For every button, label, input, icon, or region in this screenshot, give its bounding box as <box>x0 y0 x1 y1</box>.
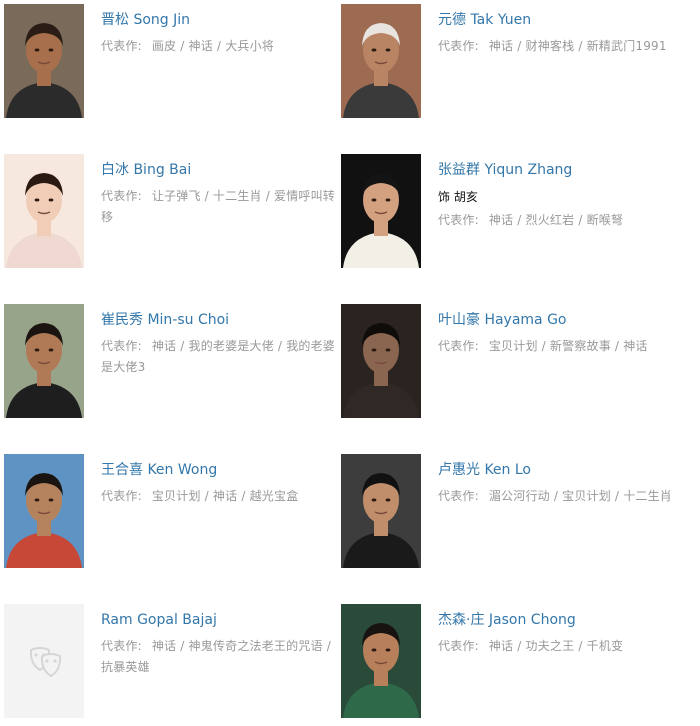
representative-works: 代表作: 神话 / 神鬼传奇之法老王的咒语 / 抗暴英雄 <box>101 636 341 678</box>
celebrity-card: 卢惠光 Ken Lo 代表作: 湄公河行动 / 宝贝计划 / 十二生肖 <box>341 454 681 570</box>
celebrity-name-link[interactable]: 卢惠光 Ken Lo <box>438 460 678 480</box>
works-label: 代表作: <box>101 39 142 53</box>
works-label: 代表作: <box>438 39 479 53</box>
celebrity-info: 卢惠光 Ken Lo 代表作: 湄公河行动 / 宝贝计划 / 十二生肖 <box>438 460 678 507</box>
representative-works: 代表作: 宝贝计划 / 神话 / 越光宝盒 <box>101 486 341 507</box>
celebrity-name-link[interactable]: Ram Gopal Bajaj <box>101 610 341 630</box>
celebrity-photo[interactable] <box>4 304 84 418</box>
celebrity-photo[interactable] <box>341 604 421 718</box>
celebrity-info: 张益群 Yiqun Zhang 饰 胡亥 代表作: 神话 / 烈火红岩 / 断喉弩 <box>438 160 678 231</box>
celebrity-info: Ram Gopal Bajaj 代表作: 神话 / 神鬼传奇之法老王的咒语 / 抗… <box>101 610 341 678</box>
celebrity-photo[interactable] <box>341 304 421 418</box>
celebrity-name-link[interactable]: 张益群 Yiqun Zhang <box>438 160 678 180</box>
works-list: 湄公河行动 / 宝贝计划 / 十二生肖 <box>488 489 672 503</box>
celebrity-name-link[interactable]: 杰森·庄 Jason Chong <box>438 610 678 630</box>
celebrity-card: 晋松 Song Jin 代表作: 画皮 / 神话 / 大兵小将 <box>4 4 344 120</box>
representative-works: 代表作: 宝贝计划 / 新警察故事 / 神话 <box>438 336 678 357</box>
celebrity-photo[interactable] <box>4 454 84 568</box>
celebrity-name-link[interactable]: 白冰 Bing Bai <box>101 160 341 180</box>
works-label: 代表作: <box>101 189 142 203</box>
celebrity-card: 王合喜 Ken Wong 代表作: 宝贝计划 / 神话 / 越光宝盒 <box>4 454 344 570</box>
celebrity-name-link[interactable]: 崔民秀 Min-su Choi <box>101 310 341 330</box>
works-list: 画皮 / 神话 / 大兵小将 <box>151 39 274 53</box>
works-list: 宝贝计划 / 新警察故事 / 神话 <box>488 339 648 353</box>
celebrity-info: 元德 Tak Yuen 代表作: 神话 / 财神客栈 / 新精武门1991 <box>438 10 678 57</box>
works-label: 代表作: <box>438 489 479 503</box>
works-list: 神话 / 财神客栈 / 新精武门1991 <box>488 39 667 53</box>
celebrity-photo[interactable] <box>341 454 421 568</box>
celebrity-card: Ram Gopal Bajaj 代表作: 神话 / 神鬼传奇之法老王的咒语 / 抗… <box>4 604 344 720</box>
celebrity-photo[interactable] <box>4 154 84 268</box>
works-label: 代表作: <box>101 489 142 503</box>
works-list: 神话 / 功夫之王 / 千机变 <box>488 639 624 653</box>
celebrity-role: 饰 胡亥 <box>438 190 478 204</box>
works-label: 代表作: <box>101 339 142 353</box>
works-label: 代表作: <box>438 339 479 353</box>
works-list: 神话 / 烈火红岩 / 断喉弩 <box>488 213 624 227</box>
celebrity-info: 叶山豪 Hayama Go 代表作: 宝贝计划 / 新警察故事 / 神话 <box>438 310 678 357</box>
representative-works: 代表作: 神话 / 财神客栈 / 新精武门1991 <box>438 36 678 57</box>
works-label: 代表作: <box>438 639 479 653</box>
celebrity-grid: 晋松 Song Jin 代表作: 画皮 / 神话 / 大兵小将 元德 Tak Yu… <box>0 0 700 726</box>
representative-works: 代表作: 湄公河行动 / 宝贝计划 / 十二生肖 <box>438 486 678 507</box>
celebrity-photo[interactable] <box>4 4 84 118</box>
celebrity-card: 崔民秀 Min-su Choi 代表作: 神话 / 我的老婆是大佬 / 我的老婆是… <box>4 304 344 420</box>
representative-works: 代表作: 让子弹飞 / 十二生肖 / 爱情呼叫转移 <box>101 186 341 228</box>
works-list: 宝贝计划 / 神话 / 越光宝盒 <box>151 489 299 503</box>
celebrity-info: 晋松 Song Jin 代表作: 画皮 / 神话 / 大兵小将 <box>101 10 341 57</box>
representative-works: 代表作: 画皮 / 神话 / 大兵小将 <box>101 36 341 57</box>
celebrity-photo[interactable] <box>341 154 421 268</box>
works-label: 代表作: <box>101 639 142 653</box>
celebrity-photo-placeholder[interactable] <box>4 604 84 718</box>
celebrity-name-link[interactable]: 王合喜 Ken Wong <box>101 460 341 480</box>
representative-works: 代表作: 神话 / 烈火红岩 / 断喉弩 <box>438 210 678 231</box>
celebrity-info: 杰森·庄 Jason Chong 代表作: 神话 / 功夫之王 / 千机变 <box>438 610 678 657</box>
celebrity-card: 杰森·庄 Jason Chong 代表作: 神话 / 功夫之王 / 千机变 <box>341 604 681 720</box>
representative-works: 代表作: 神话 / 功夫之王 / 千机变 <box>438 636 678 657</box>
celebrity-card: 张益群 Yiqun Zhang 饰 胡亥 代表作: 神话 / 烈火红岩 / 断喉弩 <box>341 154 681 270</box>
celebrity-info: 崔民秀 Min-su Choi 代表作: 神话 / 我的老婆是大佬 / 我的老婆是… <box>101 310 341 378</box>
works-label: 代表作: <box>438 213 479 227</box>
celebrity-card: 叶山豪 Hayama Go 代表作: 宝贝计划 / 新警察故事 / 神话 <box>341 304 681 420</box>
celebrity-name-link[interactable]: 叶山豪 Hayama Go <box>438 310 678 330</box>
celebrity-info: 白冰 Bing Bai 代表作: 让子弹飞 / 十二生肖 / 爱情呼叫转移 <box>101 160 341 228</box>
celebrity-photo[interactable] <box>341 4 421 118</box>
celebrity-card: 元德 Tak Yuen 代表作: 神话 / 财神客栈 / 新精武门1991 <box>341 4 681 120</box>
celebrity-name-link[interactable]: 元德 Tak Yuen <box>438 10 678 30</box>
representative-works: 代表作: 神话 / 我的老婆是大佬 / 我的老婆是大佬3 <box>101 336 341 378</box>
celebrity-name-link[interactable]: 晋松 Song Jin <box>101 10 341 30</box>
celebrity-info: 王合喜 Ken Wong 代表作: 宝贝计划 / 神话 / 越光宝盒 <box>101 460 341 507</box>
celebrity-card: 白冰 Bing Bai 代表作: 让子弹飞 / 十二生肖 / 爱情呼叫转移 <box>4 154 344 270</box>
